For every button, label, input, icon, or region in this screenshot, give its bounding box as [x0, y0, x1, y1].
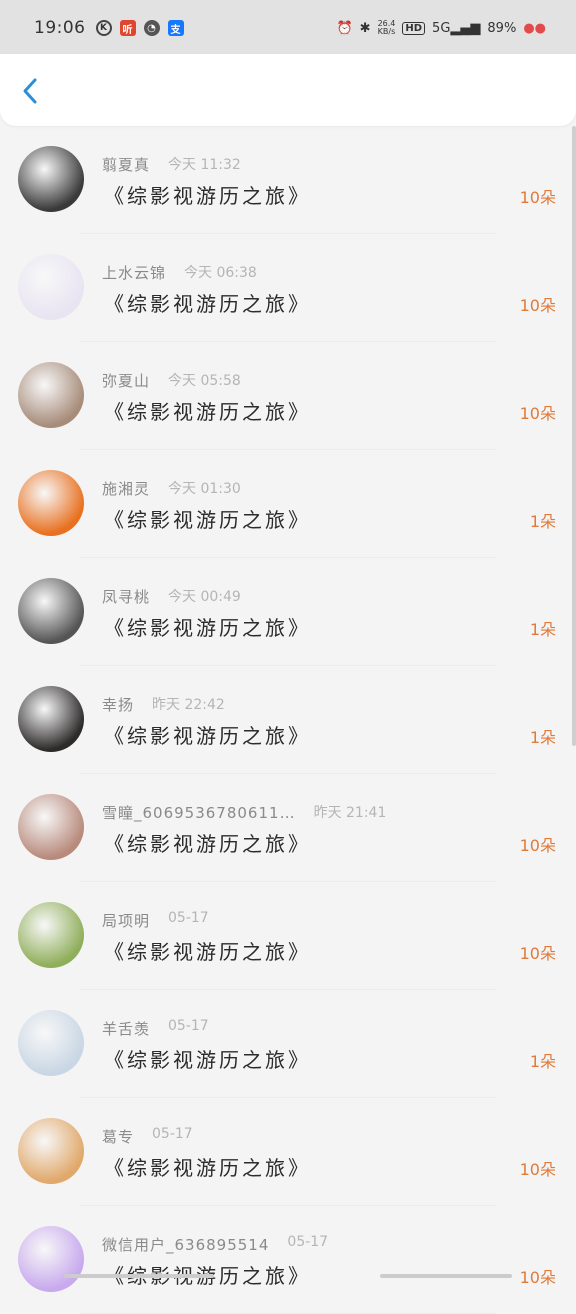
listen-app-icon: 听	[119, 20, 136, 36]
timestamp: 昨天 21:41	[313, 805, 387, 821]
avatar[interactable]	[18, 578, 84, 644]
alipay-icon: 支	[167, 20, 184, 36]
timestamp: 昨天 22:42	[152, 697, 225, 713]
item-meta: 葛专 05-17	[102, 1126, 193, 1147]
list-item[interactable]: 羊舌羡 05-17 《综影视游历之旅》 1朵	[0, 990, 576, 1098]
flower-amount: 10朵	[519, 296, 556, 315]
user-name[interactable]: 弥夏山	[102, 370, 150, 391]
book-title[interactable]: 《综影视游历之旅》	[104, 504, 311, 533]
item-meta: 施湘灵 今天 01:30	[102, 478, 241, 499]
item-meta: 羊舌羡 05-17	[102, 1018, 209, 1039]
home-indicator-right	[380, 1274, 512, 1278]
book-title[interactable]: 《综影视游历之旅》	[104, 396, 311, 425]
timestamp: 05-17	[168, 910, 209, 926]
avatar[interactable]	[18, 254, 84, 320]
timestamp: 05-17	[287, 1234, 329, 1250]
user-name[interactable]: 施湘灵	[102, 478, 150, 499]
flower-amount: 10朵	[519, 836, 556, 855]
back-button[interactable]	[16, 76, 46, 106]
list-item[interactable]: 翦夏真 今天 11:32 《综影视游历之旅》 10朵	[0, 126, 576, 234]
signal-icon: 5G▂▄▆	[432, 20, 481, 36]
list-item[interactable]: 凤寻桃 今天 00:49 《综影视游历之旅》 1朵	[0, 558, 576, 666]
chevron-left-icon	[23, 78, 37, 104]
item-meta: 弥夏山 今天 05:58	[102, 370, 241, 391]
user-name[interactable]: 局项明	[102, 910, 150, 931]
battery-text: 89%	[487, 20, 517, 36]
status-time: 19:06	[34, 18, 86, 38]
list-item[interactable]: 幸扬 昨天 22:42 《综影视游历之旅》 1朵	[0, 666, 576, 774]
item-meta: 上水云锦 今天 06:38	[102, 262, 257, 283]
strawberry-icon: ●●	[523, 20, 546, 36]
list-item[interactable]: 葛专 05-17 《综影视游历之旅》 10朵	[0, 1098, 576, 1206]
flower-amount: 10朵	[519, 944, 556, 963]
book-title[interactable]: 《综影视游历之旅》	[104, 180, 311, 209]
speed-app-icon: ◔	[143, 20, 160, 36]
user-name[interactable]: 雪瞳_6069536780611…	[102, 802, 296, 823]
flower-amount: 10朵	[519, 1160, 556, 1179]
timestamp: 05-17	[168, 1018, 209, 1034]
list-item[interactable]: 雪瞳_6069536780611… 昨天 21:41 《综影视游历之旅》 10朵	[0, 774, 576, 882]
user-name[interactable]: 上水云锦	[102, 262, 166, 283]
item-meta: 翦夏真 今天 11:32	[102, 154, 241, 175]
flower-amount: 1朵	[529, 620, 556, 639]
avatar[interactable]	[18, 1010, 84, 1076]
list-item[interactable]: 上水云锦 今天 06:38 《综影视游历之旅》 10朵	[0, 234, 576, 342]
flower-amount: 1朵	[529, 728, 556, 747]
book-title[interactable]: 《综影视游历之旅》	[104, 828, 311, 857]
k-app-icon: K	[95, 20, 112, 36]
bluetooth-icon: ✱	[359, 20, 371, 36]
hd-icon: HD	[402, 21, 426, 35]
avatar[interactable]	[18, 362, 84, 428]
avatar[interactable]	[18, 1226, 84, 1292]
book-title[interactable]: 《综影视游历之旅》	[104, 1044, 311, 1073]
status-right: ⏰ ✱ 26.4 KB/s HD 5G▂▄▆ 89% ●●	[336, 20, 546, 36]
timestamp: 今天 11:32	[168, 157, 241, 173]
status-bar: 19:06 K 听 ◔ 支 ⏰ ✱ 26.4 KB/s HD 5G▂▄▆ 89%…	[0, 0, 576, 56]
avatar[interactable]	[18, 1118, 84, 1184]
list-item[interactable]: 微信用户_636895514 05-17 《综影视游历之旅》 10朵	[0, 1206, 576, 1314]
book-title[interactable]: 《综影视游历之旅》	[104, 612, 311, 641]
book-title[interactable]: 《综影视游历之旅》	[104, 1152, 311, 1181]
user-name[interactable]: 葛专	[102, 1126, 134, 1147]
book-title[interactable]: 《综影视游历之旅》	[104, 936, 311, 965]
flower-amount: 1朵	[529, 1052, 556, 1071]
timestamp: 今天 05:58	[168, 373, 241, 389]
avatar[interactable]	[18, 686, 84, 752]
avatar[interactable]	[18, 470, 84, 536]
user-name[interactable]: 微信用户_636895514	[102, 1234, 269, 1255]
item-meta: 微信用户_636895514 05-17	[102, 1234, 328, 1255]
item-meta: 凤寻桃 今天 00:49	[102, 586, 241, 607]
timestamp: 今天 01:30	[168, 481, 241, 497]
alarm-icon: ⏰	[336, 20, 353, 36]
list-item[interactable]: 弥夏山 今天 05:58 《综影视游历之旅》 10朵	[0, 342, 576, 450]
avatar[interactable]	[18, 146, 84, 212]
timestamp: 05-17	[152, 1126, 193, 1142]
avatar[interactable]	[18, 902, 84, 968]
item-meta: 局项明 05-17	[102, 910, 209, 931]
top-bar	[0, 54, 576, 126]
list-item[interactable]: 施湘灵 今天 01:30 《综影视游历之旅》 1朵	[0, 450, 576, 558]
user-name[interactable]: 翦夏真	[102, 154, 150, 175]
item-meta: 雪瞳_6069536780611… 昨天 21:41	[102, 802, 386, 823]
user-name[interactable]: 凤寻桃	[102, 586, 150, 607]
timestamp: 今天 06:38	[184, 265, 257, 281]
flower-amount: 10朵	[519, 1268, 556, 1287]
flower-amount: 10朵	[519, 188, 556, 207]
item-meta: 幸扬 昨天 22:42	[102, 694, 225, 715]
home-indicator-left	[64, 1274, 214, 1278]
timestamp: 今天 00:49	[168, 589, 241, 605]
net-speed: 26.4 KB/s	[377, 19, 396, 36]
flower-amount: 10朵	[519, 404, 556, 423]
list-item[interactable]: 局项明 05-17 《综影视游历之旅》 10朵	[0, 882, 576, 990]
book-title[interactable]: 《综影视游历之旅》	[104, 288, 311, 317]
flower-amount: 1朵	[529, 512, 556, 531]
user-name[interactable]: 羊舌羡	[102, 1018, 150, 1039]
user-name[interactable]: 幸扬	[102, 694, 134, 715]
book-title[interactable]: 《综影视游历之旅》	[104, 720, 311, 749]
gift-record-list: 翦夏真 今天 11:32 《综影视游历之旅》 10朵 上水云锦 今天 06:38 《综影视游…	[0, 126, 576, 1314]
avatar[interactable]	[18, 794, 84, 860]
